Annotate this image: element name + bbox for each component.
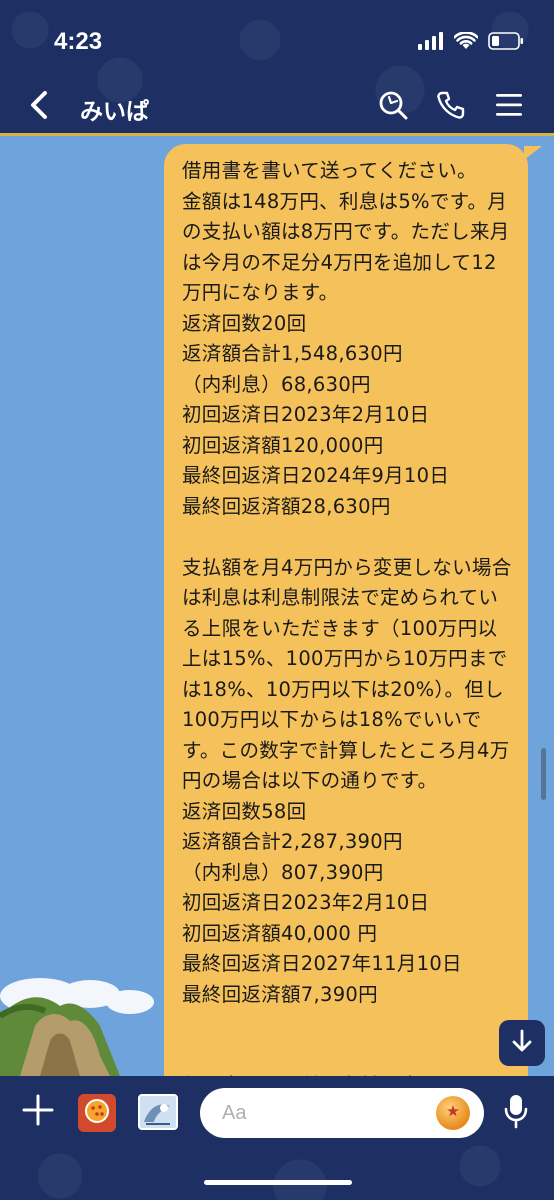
arrow-down-icon [510,1028,534,1058]
back-button[interactable] [22,90,56,124]
nav-bar: みいぱ [0,84,554,132]
status-icons [418,31,524,54]
battery-icon [488,32,524,54]
chat-header: 4:23 みいぱ [0,0,554,136]
add-attachment-button[interactable] [20,1094,56,1130]
camera-sticker-button[interactable] [78,1094,116,1132]
photo-icon [140,1096,176,1128]
chat-area[interactable]: 借用書を書いて送ってください。 金額は148万円、利息は5%です。月の支払い額は… [0,136,554,1076]
scroll-to-bottom-button[interactable] [499,1020,545,1066]
chevron-left-icon [29,90,49,124]
cellular-signal-icon [418,32,444,54]
photo-button[interactable] [138,1094,178,1130]
bubble-tail [524,146,542,160]
phone-icon [436,90,466,124]
search-button[interactable] [376,90,410,124]
menu-button[interactable] [492,90,526,124]
call-button[interactable] [434,90,468,124]
scrollbar[interactable] [541,748,546,800]
wifi-icon [453,31,479,54]
voice-input-button[interactable] [500,1094,532,1132]
status-time: 4:23 [54,28,103,55]
chat-title: みいぱ [80,99,149,125]
hamburger-menu-icon [495,92,523,122]
dragon-ball-camera-icon [82,1096,112,1130]
plus-icon [22,1094,54,1130]
message-bubble[interactable]: 借用書を書いて送ってください。 金額は148万円、利息は5%です。月の支払い額は… [164,144,528,1076]
microphone-icon [503,1093,529,1133]
emoji-button[interactable] [436,1096,470,1130]
home-indicator [204,1180,352,1185]
dragon-ball-icon [443,1101,463,1125]
search-icon [378,90,408,124]
input-bar [0,1076,554,1200]
